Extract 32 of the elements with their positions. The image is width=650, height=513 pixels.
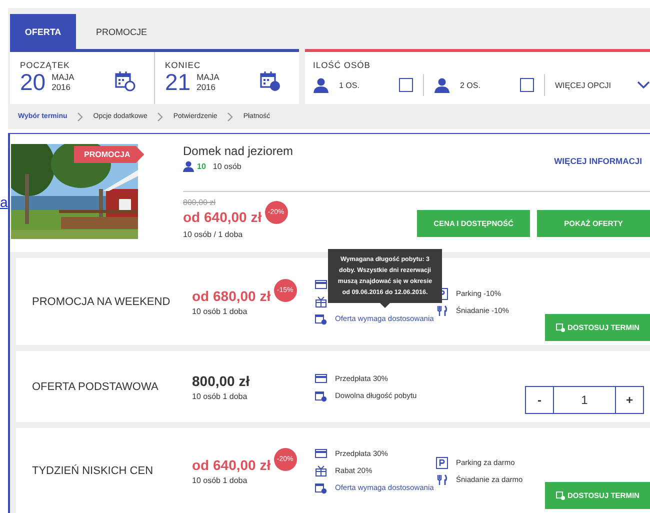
capacity-count: 10 [197, 162, 206, 171]
month-label: MAJA [52, 72, 74, 82]
hotel-name: Domek nad jeziorem [183, 144, 294, 158]
day-number: 21 [165, 70, 191, 94]
month-label: MAJA [196, 72, 220, 82]
capacity-label: 10 osób [212, 162, 242, 171]
tab[interactable]: PROMOCJE [76, 14, 168, 49]
option-label: 2 OS. [460, 80, 482, 90]
price-note: 10 osób 1 doba [192, 306, 248, 316]
price: od 640,00 zł [192, 456, 271, 472]
offer-name: TYDZIEŃ NISKICH CEN [32, 464, 154, 478]
tab[interactable]: OFERTA [10, 14, 76, 49]
price: od 640,00 zł [183, 209, 262, 225]
day-number: 20 [20, 70, 46, 94]
price: od 680,00 zł [192, 288, 271, 304]
guests-label: ILOŚĆ OSÓB [312, 60, 372, 70]
date-label: KONIEC [165, 60, 202, 70]
price-note: 10 osób / 1 doba [183, 230, 244, 239]
year-label: 2016 [52, 82, 72, 92]
old-price: 800,00 zł [183, 198, 216, 207]
promo-badge: PROMOCJA [74, 146, 144, 163]
option-label: 1 OS. [338, 80, 360, 90]
side-link[interactable]: a [0, 194, 8, 210]
price: 800,00 zł [192, 372, 250, 388]
year-label: 2016 [196, 82, 217, 92]
offer-name: OFERTA PODSTAWOWA [32, 380, 160, 394]
date-label: POCZĄTEK [20, 60, 71, 70]
more-options-dropdown[interactable]: WIĘCEJ OPCJI [554, 80, 650, 90]
offer-name: PROMOCJA NA WEEKEND [32, 294, 172, 310]
price-note: 10 osób 1 doba [192, 392, 248, 400]
price-note: 10 osób 1 doba [192, 476, 248, 484]
more-info-link[interactable]: WIĘCEJ INFORMACJI [554, 156, 642, 166]
